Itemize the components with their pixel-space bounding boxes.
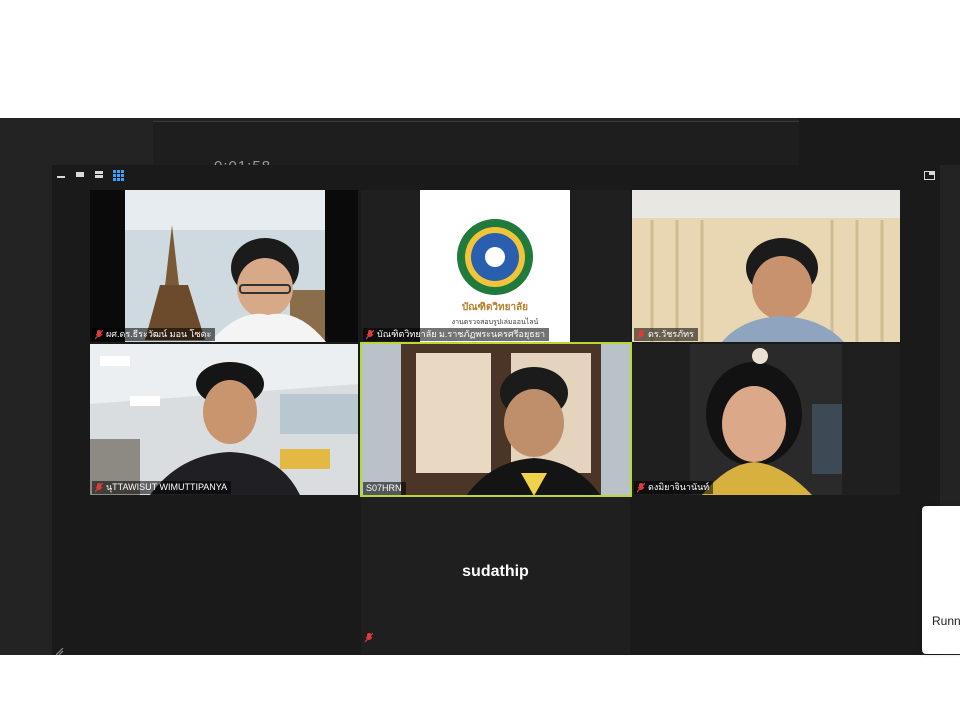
participant-video (632, 344, 900, 495)
speaker-view-icon[interactable] (75, 170, 86, 179)
participant-name-label: บัณฑิตวิทยาลัย ม.ราชภัฏพระนครศรีอยุธยา (363, 328, 550, 341)
participant-name: S07HRN (366, 483, 402, 493)
muted-mic-icon (95, 482, 103, 493)
participant-video (632, 190, 900, 342)
video-tile[interactable]: ผศ.ดร.ธีระวัฒน์ มอน โซดะ (90, 190, 358, 342)
logo-subcaption: งานตรวจสอบรูปเล่มออนไลน์ (451, 319, 539, 326)
video-off-tile[interactable]: sudathip (361, 497, 630, 654)
participant-name-label: S07HRN (363, 482, 406, 495)
participant-video (90, 190, 358, 342)
video-tile[interactable]: ดงมิยาจินานันท์ (632, 344, 900, 495)
participant-name: ดร.วัชรภัทร (648, 329, 694, 339)
participant-name: นุTTAWISUT WIMUTTIPANYA (106, 482, 228, 492)
participant-name: ดงมิยาจินานันท์ (648, 482, 710, 492)
exit-fullscreen-icon[interactable] (924, 171, 935, 180)
video-tile[interactable]: บัณฑิตวิทยาลัย งานตรวจสอบรูปเล่มออนไลน์ … (361, 190, 630, 342)
participant-name-label: ดงมิยาจินานันท์ (634, 481, 714, 494)
participant-name: บัณฑิตวิทยาลัย ม.ราชภัฏพระนครศรีอยุธยา (377, 329, 546, 339)
logo-caption: บัณฑิตวิทยาลัย (461, 302, 529, 313)
muted-mic-icon (366, 329, 374, 340)
participant-name-label: นุTTAWISUT WIMUTTIPANYA (92, 481, 232, 494)
empty-slot (632, 497, 900, 654)
muted-mic-icon (95, 329, 103, 340)
resize-handle-icon[interactable] (55, 643, 64, 656)
participant-name-label: ผศ.ดร.ธีระวัฒน์ มอน โซดะ (92, 328, 216, 341)
video-tile[interactable]: นุTTAWISUT WIMUTTIPANYA (90, 344, 358, 495)
participant-name-label: ดร.วัชรภัทร (634, 328, 698, 341)
popup-text: Runn (932, 614, 960, 628)
background-strip (799, 118, 960, 165)
active-speaker-tile[interactable]: S07HRN (360, 342, 632, 497)
side-popup[interactable]: Runn (922, 506, 960, 654)
gallery-view-icon[interactable] (113, 170, 124, 181)
participant-name: ผศ.ดร.ธีระวัฒน์ มอน โซดะ (106, 329, 212, 339)
view-controls (56, 170, 124, 181)
muted-mic-icon (637, 329, 645, 340)
empty-slot (90, 497, 358, 654)
participant-video (90, 344, 358, 495)
minimize-icon[interactable] (56, 170, 67, 179)
video-tile[interactable]: ดร.วัชรภัทร (632, 190, 900, 342)
participant-video (361, 343, 631, 496)
muted-mic-icon (637, 482, 645, 493)
participant-name: sudathip (462, 563, 529, 580)
muted-mic-icon (364, 630, 374, 648)
strip-view-icon[interactable] (94, 170, 105, 179)
